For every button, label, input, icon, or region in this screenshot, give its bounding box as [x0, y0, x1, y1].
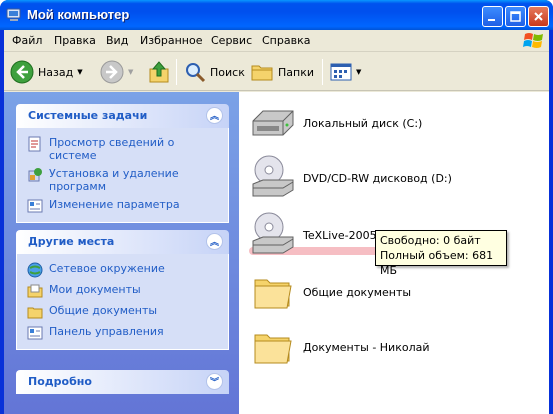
- control-panel-icon: [27, 326, 43, 340]
- search-button[interactable]: Поиск: [184, 58, 245, 86]
- collapse-icon[interactable]: ︽: [206, 233, 223, 250]
- task-label: Изменение параметра: [49, 198, 180, 211]
- other-places-body: Сетевое окружение Мои документы Общие до…: [16, 254, 229, 350]
- client-area: Файл Правка Вид Избранное Сервис Справка…: [4, 30, 549, 414]
- folder-label: Общие документы: [303, 285, 412, 299]
- toolbar-separator: [176, 59, 177, 85]
- minimize-icon: [488, 19, 495, 21]
- maximize-button[interactable]: [505, 6, 526, 27]
- forward-dropdown-icon[interactable]: ▼: [128, 68, 133, 76]
- details-title: Подробно: [28, 375, 92, 388]
- folder-nikolay-documents[interactable]: Документы - Николай: [249, 323, 430, 371]
- task-label: Просмотр сведений о системе: [49, 136, 175, 162]
- details-panel: Подробно ︾: [16, 370, 229, 394]
- drive-tooltip: Свободно: 0 байт Полный объем: 681 МБ: [375, 230, 507, 277]
- toolbar: Назад ▼ ▼ Поиск Папки ▼: [4, 53, 549, 91]
- maximize-icon: [510, 11, 521, 22]
- content-pane: Локальный диск (C:) DVD/CD-RW дисковод (…: [239, 92, 549, 414]
- expand-icon[interactable]: ︾: [206, 373, 223, 390]
- back-button[interactable]: Назад ▼: [10, 58, 83, 86]
- tooltip-free-space: Свободно: 0 байт: [380, 234, 481, 247]
- window-title: Мой компьютер: [27, 7, 130, 22]
- drive-c[interactable]: Локальный диск (C:): [249, 99, 422, 147]
- add-remove-programs-icon: [28, 168, 42, 182]
- place-shared-documents[interactable]: Общие документы: [27, 304, 220, 320]
- task-system-info[interactable]: Просмотр сведений о системе: [27, 136, 220, 162]
- back-label: Назад: [38, 65, 74, 79]
- views-dropdown-icon[interactable]: ▼: [356, 68, 361, 76]
- task-add-remove-programs[interactable]: Установка и удаление программ: [27, 167, 220, 193]
- place-label: Мои документы: [49, 283, 141, 296]
- menu-help[interactable]: Справка: [262, 34, 310, 47]
- search-label: Поиск: [210, 65, 245, 79]
- menu-view[interactable]: Вид: [106, 34, 128, 47]
- search-icon: [186, 63, 206, 83]
- system-tasks-header[interactable]: Системные задачи ︽: [16, 104, 229, 128]
- system-tasks-body: Просмотр сведений о системе Установка и …: [16, 128, 229, 223]
- other-places-panel: Другие места ︽ Сетевое окружение Мои док…: [16, 230, 229, 350]
- menu-bar: Файл Правка Вид Избранное Сервис Справка: [4, 30, 549, 52]
- forward-arrow-icon: [100, 60, 124, 84]
- system-info-icon: [28, 136, 41, 152]
- place-label: Общие документы: [49, 304, 158, 317]
- cd-drive-icon: [252, 155, 294, 197]
- other-places-header[interactable]: Другие места ︽: [16, 230, 229, 254]
- drive-d[interactable]: DVD/CD-RW дисковод (D:): [249, 154, 452, 202]
- forward-button[interactable]: ▼: [100, 58, 133, 86]
- place-label: Сетевое окружение: [49, 262, 165, 275]
- task-label: Установка и удаление программ: [49, 167, 179, 193]
- details-header[interactable]: Подробно ︾: [16, 370, 229, 394]
- control-panel-icon: [27, 199, 43, 213]
- back-dropdown-icon[interactable]: ▼: [77, 68, 82, 76]
- folder-icon: [254, 279, 292, 309]
- hard-drive-icon: [252, 110, 294, 136]
- menu-file[interactable]: Файл: [12, 34, 42, 47]
- menu-edit[interactable]: Правка: [54, 34, 96, 47]
- cd-drive-icon: [252, 212, 294, 254]
- drive-label: Локальный диск (C:): [303, 116, 423, 130]
- menu-tools[interactable]: Сервис: [211, 34, 252, 47]
- system-tasks-title: Системные задачи: [28, 109, 148, 122]
- views-icon: [330, 63, 352, 81]
- my-computer-icon: [6, 8, 21, 21]
- my-documents-icon: [27, 284, 43, 298]
- place-control-panel[interactable]: Панель управления: [27, 325, 220, 341]
- place-label: Панель управления: [49, 325, 164, 338]
- collapse-icon[interactable]: ︽: [206, 107, 223, 124]
- other-places-title: Другие места: [28, 235, 115, 248]
- title-bar[interactable]: Мой компьютер: [0, 0, 553, 30]
- menu-favorites[interactable]: Избранное: [140, 34, 202, 47]
- close-icon: [534, 12, 543, 21]
- system-tasks-panel: Системные задачи ︽ Просмотр сведений о с…: [16, 104, 229, 223]
- folders-icon: [251, 65, 273, 81]
- views-button[interactable]: ▼: [330, 58, 361, 86]
- task-pane: Системные задачи ︽ Просмотр сведений о с…: [4, 92, 239, 414]
- minimize-button[interactable]: [482, 6, 503, 27]
- close-button[interactable]: [528, 6, 549, 27]
- toolbar-separator: [322, 59, 323, 85]
- folders-label: Папки: [278, 65, 314, 79]
- folder-label: Документы - Николай: [303, 340, 430, 354]
- network-icon: [27, 262, 43, 278]
- place-network[interactable]: Сетевое окружение: [27, 262, 220, 278]
- windows-logo-icon: [523, 33, 543, 48]
- up-folder-icon: [149, 61, 169, 83]
- back-arrow-icon: [10, 60, 34, 84]
- folders-button[interactable]: Папки: [250, 58, 314, 86]
- task-change-setting[interactable]: Изменение параметра: [27, 198, 220, 214]
- shared-documents-icon: [27, 307, 43, 319]
- drive-label: DVD/CD-RW дисковод (D:): [303, 171, 452, 185]
- explorer-window: Мой компьютер Файл Правка Вид Избранное …: [0, 0, 553, 414]
- place-my-documents[interactable]: Мои документы: [27, 283, 220, 299]
- folder-icon: [254, 334, 292, 364]
- up-button[interactable]: [148, 58, 170, 86]
- main-area: Системные задачи ︽ Просмотр сведений о с…: [4, 92, 549, 414]
- tooltip-total-size: Полный объем: 681 МБ: [380, 249, 494, 277]
